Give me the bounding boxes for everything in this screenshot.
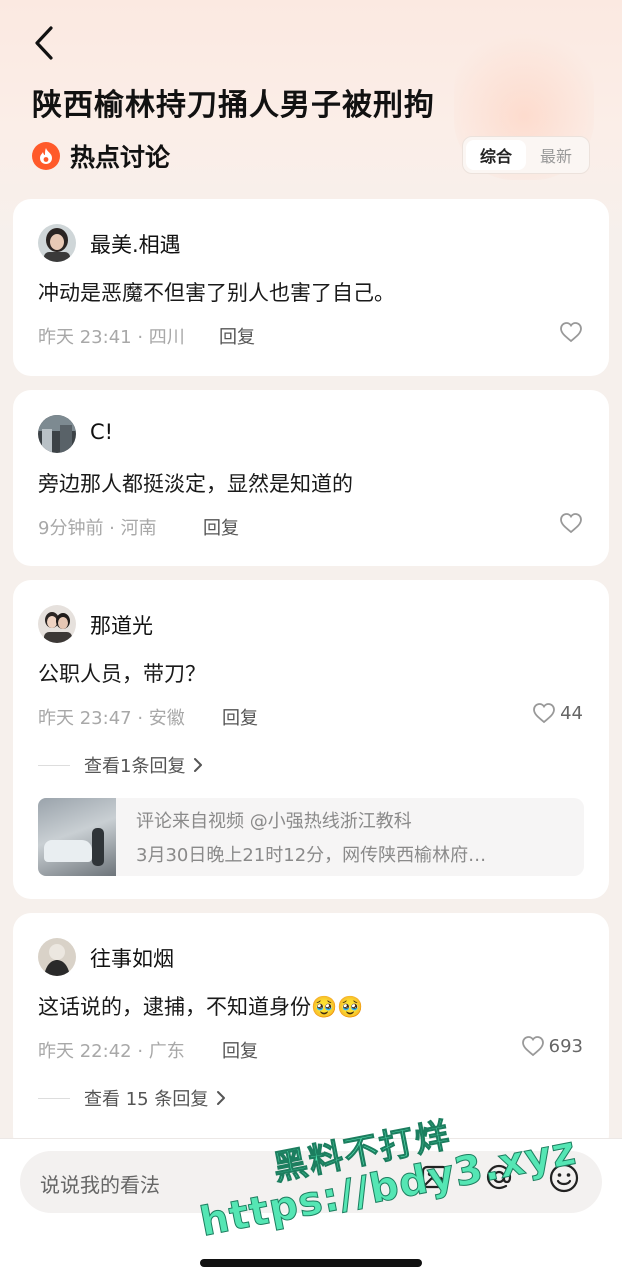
comment-text: 公职人员，带刀？ [38,662,206,686]
avatar[interactable] [38,415,76,453]
chevron-right-icon [194,758,203,772]
sort-option-comprehensive[interactable]: 综合 [466,140,526,170]
comment-input[interactable]: 说说我的看法 [20,1151,602,1213]
sort-option-latest[interactable]: 最新 [526,140,586,170]
heart-icon [560,513,582,534]
video-source-text: 评论来自视频 @小强热线浙江教科 [136,811,412,832]
video-reference-card[interactable]: 评论来自视频 @小强热线浙江教科 3月30日晚上21时12分，网传陕西榆林府… [38,798,584,876]
username[interactable]: C! [90,420,113,444]
reply-button[interactable]: 回复 [222,704,258,730]
chevron-left-icon [35,26,53,60]
avatar[interactable] [38,224,76,262]
heart-icon [533,703,555,724]
like-button[interactable] [559,512,583,534]
divider-line [38,764,70,766]
avatar[interactable] [38,605,76,643]
page-title: 陕西榆林持刀捅人男子被刑拘 [32,88,435,123]
video-description-text: 3月30日晚上21时12分，网传陕西榆林府… [136,845,487,866]
section-header: 热点讨论 [32,138,170,174]
sort-toggle: 综合 最新 [462,136,590,174]
comment-meta: 昨天 23:47 · 安徽 [38,708,185,729]
reply-button[interactable]: 回复 [203,514,239,540]
heart-icon [521,1036,544,1057]
comment-meta: 昨天 22:42 · 广东 [38,1041,185,1062]
like-button[interactable]: 693 [521,1035,583,1057]
home-indicator [200,1259,422,1267]
comment-card: 往事如烟 这话说的，逮捕，不知道身份🥹🥹 昨天 22:42 · 广东 回复 69… [13,913,609,1153]
like-button[interactable]: 44 [532,702,583,724]
chevron-right-icon [217,1091,226,1105]
comment-meta: 昨天 23:41 · 四川 [38,327,185,348]
video-thumbnail [38,798,116,876]
comment-meta: 9分钟前 · 河南 [38,518,157,539]
image-icon[interactable] [420,1162,450,1196]
at-mention-icon[interactable] [484,1162,514,1196]
page-header: 陕西榆林持刀捅人男子被刑拘 热点讨论 综合 最新 [0,0,622,200]
comment-text: 旁边那人都挺淡定，显然是知道的 [38,472,353,496]
back-button[interactable] [26,22,62,64]
emoji-icon[interactable] [548,1162,580,1198]
comment-text: 冲动是恶魔不但害了别人也害了自己。 [38,281,395,305]
comment-card: 最美.相遇 冲动是恶魔不但害了别人也害了自己。 昨天 23:41 · 四川 回复 [13,199,609,376]
input-placeholder: 说说我的看法 [40,1173,160,1197]
view-replies-label: 查看 15 条回复 [84,1089,209,1110]
divider-line [38,1097,70,1099]
view-replies-link[interactable]: 查看1条回复 [38,752,203,778]
reply-button[interactable]: 回复 [222,1037,258,1063]
username[interactable]: 往事如烟 [90,943,174,973]
view-replies-link[interactable]: 查看 15 条回复 [38,1085,226,1111]
like-count: 693 [548,1035,583,1057]
view-replies-label: 查看1条回复 [84,756,186,777]
section-title: 热点讨论 [70,143,171,172]
comment-card: C! 旁边那人都挺淡定，显然是知道的 9分钟前 · 河南 回复 [13,390,609,566]
heart-icon [560,322,582,343]
username[interactable]: 那道光 [90,610,153,640]
avatar[interactable] [38,938,76,976]
comment-text: 这话说的，逮捕，不知道身份🥹🥹 [38,995,364,1019]
comment-card: 那道光 公职人员，带刀？ 昨天 23:47 · 安徽 回复 44 查看1条回复 … [13,580,609,899]
fire-icon [32,142,60,170]
like-button[interactable] [559,321,583,343]
reply-button[interactable]: 回复 [219,323,255,349]
like-count: 44 [560,702,583,724]
username[interactable]: 最美.相遇 [90,229,181,259]
